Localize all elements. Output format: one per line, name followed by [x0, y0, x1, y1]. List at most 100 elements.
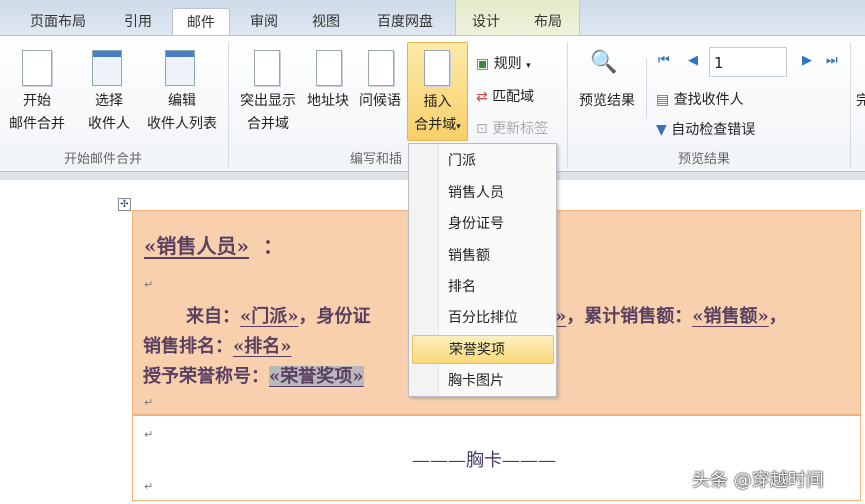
find-recipient-icon: ▤ [656, 92, 670, 108]
label: 合并域 [247, 116, 289, 132]
tab-view[interactable]: 视图 [298, 8, 354, 36]
insert-merge-field-label: 插入合并域▾ [408, 91, 467, 139]
menu-item-sales[interactable]: 销售额 [412, 242, 554, 271]
paragraph-mark: ↵ [144, 480, 154, 493]
label: 地址块 [307, 93, 349, 109]
edit-recipient-list-button[interactable]: 编辑 收件人列表 [142, 90, 222, 136]
last-record-icon[interactable]: ⏭ [826, 53, 838, 68]
from-line: 来自：«门派»，身份证 [186, 302, 371, 328]
label: 突出显示 [240, 93, 296, 109]
select-recipients-button[interactable]: 选择 收件人 [78, 90, 140, 136]
field-sect: «门派» [240, 306, 299, 327]
label: 收件人列表 [147, 116, 217, 132]
update-labels-icon: ⊡ [476, 121, 488, 137]
label: 合并域 [414, 117, 457, 133]
label: ， [768, 306, 787, 327]
label: 开始 [23, 93, 51, 109]
first-record-icon[interactable]: ⏮ [658, 53, 670, 68]
paragraph-mark: ↵ [144, 428, 154, 441]
edit-recipient-list-icon [165, 50, 195, 86]
tab-baidu-netdisk[interactable]: 百度网盘 [362, 8, 448, 36]
menu-item-id-number[interactable]: 身份证号 [412, 210, 554, 239]
group-label-start: 开始邮件合并 [64, 152, 143, 167]
field-sales: «销售额» [692, 306, 769, 327]
record-number-input[interactable]: 1 [709, 47, 787, 77]
menu-item-sect[interactable]: 门派 [412, 147, 554, 176]
menu-item-honor[interactable]: 荣誉奖项 [412, 335, 554, 364]
insert-merge-field-button[interactable]: 插入合并域▾ [407, 42, 468, 141]
group-label-preview: 预览结果 [678, 152, 731, 167]
label: 更新标签 [492, 121, 549, 137]
paragraph-mark: ↵ [144, 396, 154, 409]
tab-mailings[interactable]: 邮件 [172, 8, 230, 36]
label: 邮件合并 [9, 116, 65, 132]
field-honor-selected: «荣誉奖项» [269, 366, 364, 387]
start-mail-merge-button[interactable]: 开始 邮件合并 [0, 90, 74, 136]
paragraph-mark: ↵ [144, 278, 154, 291]
menu-item-badge-image[interactable]: 胸卡图片 [412, 367, 554, 396]
label: 匹配域 [492, 89, 535, 105]
match-fields-button[interactable]: ⇄ 匹配域 [476, 86, 534, 106]
address-block-icon [316, 50, 342, 86]
badge-heading: ———胸卡——— [412, 450, 556, 471]
label: 问候语 [359, 93, 401, 109]
check-errors-icon: ▼ [656, 122, 667, 138]
label: ，累计销售额： [566, 306, 693, 327]
label: 规则 [493, 56, 522, 72]
select-recipients-icon [92, 50, 122, 86]
colon: ： [262, 234, 283, 258]
next-record-icon[interactable]: ▶ [802, 53, 812, 68]
tab-page-layout[interactable]: 页面布局 [18, 8, 98, 36]
divider [646, 58, 647, 118]
watermark: 头条 @穿越时间 [692, 470, 824, 491]
highlight-merge-fields-button[interactable]: 突出显示 合并域 [234, 90, 302, 136]
rank-line: 销售排名：«排名» [143, 332, 292, 358]
label: 来自： [186, 306, 240, 327]
find-recipient-button[interactable]: ▤ 查找收件人 [656, 89, 744, 109]
label: 插入 [423, 94, 452, 110]
tab-review[interactable]: 审阅 [238, 8, 290, 36]
preview-results-button[interactable]: 预览结果 [572, 90, 642, 113]
address-block-button[interactable]: 地址块 [302, 90, 354, 113]
insert-merge-field-menu: 门派 销售人员 身份证号 销售额 排名 百分比排位 荣誉奖项 胸卡图片 [408, 143, 557, 397]
match-fields-icon: ⇄ [476, 89, 488, 105]
group-label-write: 编写和插 [350, 152, 403, 167]
dropdown-arrow-icon: ▾ [456, 122, 461, 132]
auto-check-errors-button[interactable]: ▼ 自动检查错误 [656, 119, 755, 139]
greeting-line-icon [368, 50, 394, 86]
tab-design[interactable]: 设计 [460, 8, 512, 36]
sales-line: »，累计销售额：«销售额»， [555, 302, 787, 328]
label: 查找收件人 [673, 92, 744, 108]
update-labels-button: ⊡ 更新标签 [476, 118, 548, 138]
preview-results-icon: 🔍 [590, 50, 618, 75]
label: 销售排名： [143, 336, 233, 357]
label: 收件人 [88, 116, 130, 132]
tab-layout[interactable]: 布局 [520, 8, 576, 36]
start-mail-merge-icon [22, 50, 52, 86]
menu-item-rank[interactable]: 排名 [412, 273, 554, 302]
tab-references[interactable]: 引用 [108, 8, 168, 36]
finish-button-partial[interactable]: 完 [856, 90, 865, 113]
label: 授予荣誉称号： [143, 366, 269, 387]
label: 自动检查错误 [671, 122, 756, 138]
divider [567, 42, 568, 167]
merge-field-salesperson: «销售人员» ： [144, 230, 283, 259]
ribbon-tab-bar: 页面布局 引用 邮件 审阅 视图 百度网盘 设计 布局 [0, 0, 865, 36]
menu-item-salesperson[interactable]: 销售人员 [412, 179, 554, 208]
field-rank: «排名» [233, 336, 292, 357]
greeting-line-button[interactable]: 问候语 [354, 90, 406, 113]
field: «销售人员» [144, 234, 249, 258]
rules-button[interactable]: ▣ 规则 ▾ [476, 53, 531, 73]
table-move-handle-icon[interactable]: ✣ [118, 198, 131, 211]
insert-merge-field-icon [424, 50, 450, 86]
label: ，身份证 [298, 306, 371, 327]
label: 选择 [95, 93, 123, 109]
menu-item-percentile[interactable]: 百分比排位 [412, 304, 554, 333]
label: 编辑 [168, 93, 196, 109]
previous-record-icon[interactable]: ◀ [688, 53, 698, 68]
dropdown-arrow-icon: ▾ [526, 61, 531, 71]
divider [850, 42, 851, 167]
highlight-fields-icon [254, 50, 280, 86]
rules-icon: ▣ [476, 56, 490, 72]
honor-line: 授予荣誉称号：«荣誉奖项» [143, 362, 364, 388]
